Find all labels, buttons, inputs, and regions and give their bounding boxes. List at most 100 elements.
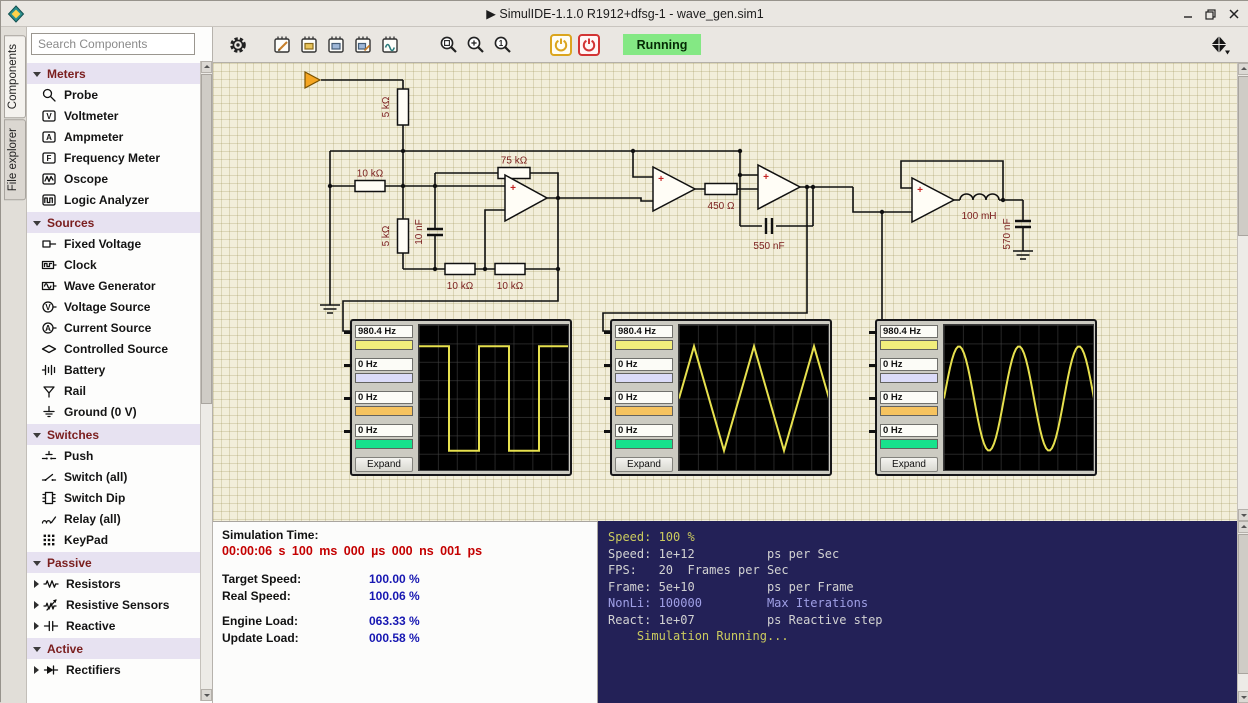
inductor-100mh[interactable]: 100 mH (960, 194, 999, 222)
pause-button[interactable] (578, 34, 600, 56)
tree-item-switch-dip[interactable]: Switch Dip (27, 487, 200, 508)
input-pin[interactable] (604, 364, 612, 367)
capacitor-570nf[interactable]: 570 nF (1002, 218, 1031, 249)
tab-components-label: Components (7, 44, 19, 109)
tree-item-battery[interactable]: Battery (27, 359, 200, 380)
tree-item-oscope[interactable]: Oscope (27, 168, 200, 189)
expand-button[interactable]: Expand (355, 457, 413, 472)
tree-item-reactive[interactable]: Reactive (27, 615, 200, 636)
open-circuit-button[interactable] (298, 34, 320, 56)
zoom-all-button[interactable] (465, 34, 487, 56)
tree-item-ground[interactable]: Ground (0 V) (27, 401, 200, 422)
opamp-2[interactable]: + (653, 167, 695, 211)
tree-item-voltmeter[interactable]: Voltmeter (27, 105, 200, 126)
scroll-up-button[interactable] (1238, 63, 1248, 75)
tree-item-controlled-source[interactable]: Controlled Source (27, 338, 200, 359)
tab-file-explorer[interactable]: File explorer (4, 119, 26, 200)
title-bar[interactable]: ▶ SimulIDE-1.1.0 R1912+dfsg-1 - wave_gen… (1, 1, 1248, 27)
input-pin[interactable] (344, 430, 352, 433)
resistor-5k-1[interactable]: 5 kΩ (381, 89, 409, 125)
tree-item-probe[interactable]: Probe (27, 84, 200, 105)
save-circuit-button[interactable] (325, 34, 347, 56)
input-pin[interactable] (604, 331, 612, 334)
opamp-4[interactable]: + (912, 178, 954, 222)
tree-item-clock[interactable]: Clock (27, 254, 200, 275)
tree-item-ampmeter[interactable]: Ampmeter (27, 126, 200, 147)
tree-item-switch[interactable]: Switch (all) (27, 466, 200, 487)
power-button[interactable] (550, 34, 572, 56)
tree-section-active[interactable]: Active (27, 638, 200, 659)
input-pin[interactable] (869, 397, 877, 400)
input-pin[interactable] (869, 364, 877, 367)
input-pin[interactable] (604, 430, 612, 433)
scrollbar-thumb[interactable] (1238, 76, 1248, 236)
minimize-button[interactable] (1179, 5, 1197, 23)
tree-item-resistors[interactable]: Resistors (27, 573, 200, 594)
tree-scrollbar[interactable] (200, 61, 212, 701)
tree-item-logic-analyzer[interactable]: Logic Analyzer (27, 189, 200, 210)
scroll-down-button[interactable] (1238, 509, 1248, 521)
tree-item-push[interactable]: Push (27, 445, 200, 466)
scrollbar-thumb[interactable] (201, 74, 212, 404)
tree-section-sources[interactable]: Sources (27, 212, 200, 233)
capacitor-550nf[interactable]: 550 nF (753, 218, 784, 252)
tree-item-voltage-source[interactable]: Voltage Source (27, 296, 200, 317)
resistor-75k[interactable]: 75 kΩ (498, 156, 530, 179)
expand-button[interactable]: Expand (615, 457, 673, 472)
tab-components[interactable]: Components (4, 35, 26, 118)
ground-symbol-left[interactable] (320, 301, 340, 313)
tree-item-wave-generator[interactable]: Wave Generator (27, 275, 200, 296)
tree-item-rectifiers[interactable]: Rectifiers (27, 659, 200, 680)
restore-button[interactable] (1201, 5, 1219, 23)
freq-scope-panel-1[interactable]: 980.4 Hz 0 Hz 0 Hz 0 Hz Expand (350, 319, 572, 476)
resistor-5k-2[interactable]: 5 kΩ (381, 219, 409, 253)
capacitor-10nf[interactable]: 10 nF (414, 219, 443, 245)
close-button[interactable] (1225, 5, 1243, 23)
input-pin[interactable] (344, 331, 352, 334)
ground-symbol-right[interactable] (1013, 247, 1033, 259)
circuit-canvas[interactable]: 5 kΩ 10 kΩ 75 kΩ 5 kΩ 10 nF 10 kΩ 10 kΩ … (213, 63, 1237, 521)
resistor-450[interactable]: 450 Ω (705, 184, 737, 213)
freq-scope-panel-3[interactable]: 980.4 Hz 0 Hz 0 Hz 0 Hz Expand (875, 319, 1097, 476)
freq-scope-panel-2[interactable]: 980.4 Hz 0 Hz 0 Hz 0 Hz Expand (610, 319, 832, 476)
source-output-arrow[interactable] (305, 72, 320, 88)
scroll-down-button[interactable] (201, 689, 212, 701)
opamp-1[interactable]: + (505, 175, 547, 221)
input-pin[interactable] (344, 364, 352, 367)
export-circuit-button[interactable] (379, 34, 401, 56)
tree-item-frequency-meter[interactable]: Frequency Meter (27, 147, 200, 168)
resistor-10k-1[interactable]: 10 kΩ (355, 169, 385, 192)
canvas-scrollbar[interactable] (1237, 63, 1248, 521)
tree-item-relay[interactable]: Relay (all) (27, 508, 200, 529)
input-pin[interactable] (869, 331, 877, 334)
tree-item-keypad[interactable]: KeyPad (27, 529, 200, 550)
tree-section-meters[interactable]: Meters (27, 63, 200, 84)
zoom-one-button[interactable]: 1 (492, 34, 514, 56)
settings-button[interactable] (227, 34, 249, 56)
save-as-button[interactable] (352, 34, 374, 56)
console-scrollbar[interactable] (1237, 521, 1248, 703)
controlled-source-icon (41, 341, 57, 357)
scroll-down-button[interactable] (1238, 691, 1248, 703)
scroll-up-button[interactable] (201, 61, 212, 73)
tree-section-passive[interactable]: Passive (27, 552, 200, 573)
tree-item-fixed-voltage[interactable]: Fixed Voltage (27, 233, 200, 254)
input-pin[interactable] (344, 397, 352, 400)
scrollbar-thumb[interactable] (1238, 534, 1248, 674)
input-pin[interactable] (869, 430, 877, 433)
tree-item-current-source[interactable]: Current Source (27, 317, 200, 338)
input-pin[interactable] (604, 397, 612, 400)
tree-section-switches[interactable]: Switches (27, 424, 200, 445)
stat-label: Real Speed: (222, 589, 291, 603)
app-logo-menu-button[interactable] (1209, 34, 1231, 56)
expand-button[interactable]: Expand (880, 457, 938, 472)
zoom-fit-button[interactable] (438, 34, 460, 56)
resistor-10k-3[interactable]: 10 kΩ (495, 264, 525, 293)
scroll-up-button[interactable] (1238, 521, 1248, 533)
tree-item-rail[interactable]: Rail (27, 380, 200, 401)
resistor-10k-2[interactable]: 10 kΩ (445, 264, 475, 293)
opamp-3[interactable]: + (758, 165, 800, 209)
new-circuit-button[interactable] (271, 34, 293, 56)
tree-item-resistive-sensors[interactable]: Resistive Sensors (27, 594, 200, 615)
search-input[interactable] (31, 33, 195, 55)
